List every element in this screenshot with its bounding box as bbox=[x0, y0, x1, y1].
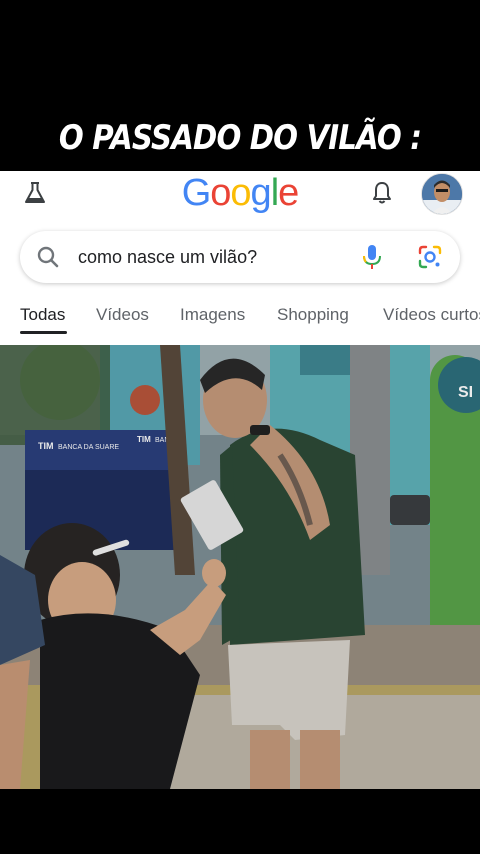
bottom-black-bar bbox=[0, 789, 480, 854]
search-box[interactable] bbox=[20, 231, 460, 283]
google-lens-icon[interactable] bbox=[417, 244, 443, 270]
search-input[interactable] bbox=[78, 245, 348, 269]
logo-letter-o2: o bbox=[230, 172, 251, 214]
search-icon[interactable] bbox=[36, 245, 60, 269]
avatar[interactable] bbox=[421, 173, 463, 215]
tab-videos-curtos[interactable]: Vídeos curtos bbox=[383, 305, 480, 325]
tab-todas[interactable]: Todas bbox=[20, 305, 65, 325]
active-tab-indicator bbox=[20, 331, 67, 334]
google-logo: Google bbox=[0, 172, 480, 215]
video-overlay-title: O PASSADO DO VILÃO : bbox=[58, 118, 422, 158]
google-search-panel: Google como nasce um vilão? Todas Vídeos… bbox=[0, 171, 480, 345]
bell-icon[interactable] bbox=[370, 180, 394, 206]
tab-shopping[interactable]: Shopping bbox=[277, 305, 349, 325]
video-frame-photo: SI TIM BANCA DA SUARE TIM BANCA bbox=[0, 345, 480, 789]
logo-letter-g: G bbox=[181, 172, 212, 214]
tab-videos[interactable]: Vídeos bbox=[96, 305, 149, 325]
logo-letter-g2: g bbox=[250, 172, 272, 214]
search-tabs: Todas Vídeos Imagens Shopping Vídeos cur… bbox=[0, 295, 480, 345]
mic-icon[interactable] bbox=[360, 243, 384, 271]
logo-letter-e: e bbox=[278, 172, 299, 214]
logo-letter-l: l bbox=[270, 172, 280, 214]
tab-imagens[interactable]: Imagens bbox=[180, 305, 245, 325]
logo-letter-o1: o bbox=[210, 172, 231, 214]
